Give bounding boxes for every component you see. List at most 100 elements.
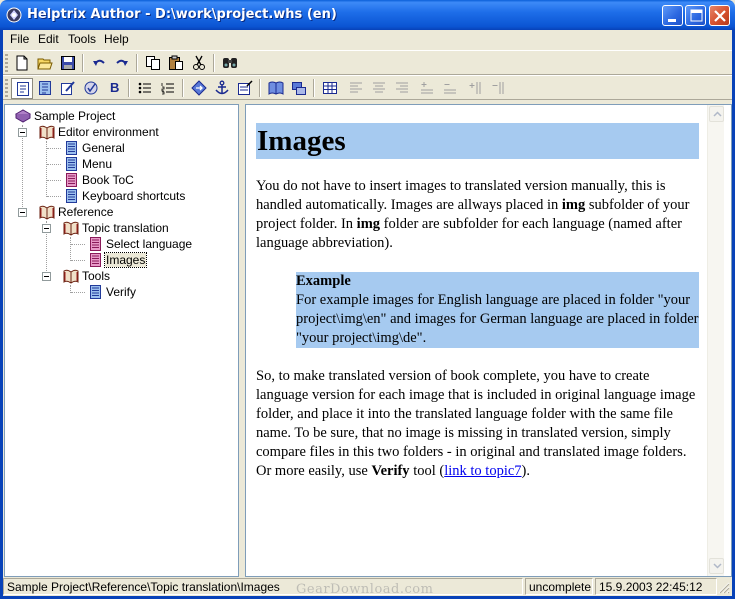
menu-file[interactable]: File (9, 32, 30, 46)
redo-button[interactable] (111, 53, 133, 74)
menu-bar: File Edit Tools Help (3, 30, 732, 49)
properties-icon (238, 80, 253, 95)
toolbar-separator (128, 79, 130, 97)
tree-item-tools[interactable]: Tools (63, 268, 233, 284)
tree-line (22, 125, 23, 213)
tree-item-menu[interactable]: Menu (63, 156, 233, 172)
scroll-down-button[interactable] (709, 558, 724, 574)
save-icon (61, 56, 75, 70)
bold-button[interactable]: B (103, 78, 125, 99)
source-view-button[interactable] (34, 78, 56, 99)
insert-row-button[interactable] (416, 78, 438, 99)
align-center-icon (373, 82, 385, 93)
tree-item-root[interactable]: Sample Project (15, 108, 215, 124)
toolbar-separator (82, 54, 84, 72)
tree-line (71, 292, 85, 293)
tree-collapse-toggle[interactable] (18, 208, 27, 217)
project-icon (15, 109, 31, 123)
vertical-scrollbar[interactable] (707, 105, 724, 576)
topic-editor[interactable]: Images You do not have to insert images … (245, 104, 732, 577)
scroll-up-button[interactable] (709, 106, 724, 122)
delete-row-button[interactable] (439, 78, 461, 99)
publish-icon (292, 82, 306, 95)
publish-button[interactable] (288, 78, 310, 99)
tree-item-keyboard-shortcuts[interactable]: Keyboard shortcuts (63, 188, 233, 204)
tree-label: Verify (106, 285, 137, 299)
link-button[interactable] (188, 78, 210, 99)
tree-line (71, 260, 85, 261)
tree-item-select-language[interactable]: Select language (87, 236, 237, 252)
tree-item-reference[interactable]: Reference (39, 204, 229, 220)
maximize-button[interactable] (685, 5, 706, 26)
cut-button[interactable] (188, 53, 210, 74)
bullet-list-icon (138, 82, 151, 94)
menu-help[interactable]: Help (103, 32, 130, 46)
standard-toolbar (3, 50, 732, 75)
book-icon (268, 81, 284, 95)
insert-row-icon (421, 82, 433, 94)
insert-column-button[interactable] (464, 78, 486, 99)
book-open-icon (63, 221, 79, 236)
maximize-icon (690, 9, 703, 22)
align-center-button[interactable] (368, 78, 390, 99)
open-button[interactable] (34, 53, 56, 74)
tree-item-editor-environment[interactable]: Editor environment (39, 124, 229, 140)
page-pink-icon (66, 173, 77, 187)
delete-column-button[interactable] (487, 78, 509, 99)
redo-icon (116, 59, 128, 66)
format-toolbar: B (3, 75, 732, 100)
tree-label: Select language (106, 237, 193, 251)
tree-line (47, 148, 61, 149)
cut-icon (193, 55, 205, 70)
align-right-button[interactable] (391, 78, 413, 99)
page-pink-icon (90, 253, 101, 267)
spellcheck-icon (84, 81, 98, 95)
page-icon (66, 141, 77, 155)
example-text: For example images for English language … (296, 292, 699, 346)
copy-icon (146, 56, 160, 70)
helptrix-app-icon (6, 7, 22, 23)
menu-edit[interactable]: Edit (37, 32, 60, 46)
spellcheck-button[interactable] (80, 78, 102, 99)
tree-item-book-toc[interactable]: Book ToC (63, 172, 233, 188)
tree-item-topic-translation[interactable]: Topic translation (63, 220, 233, 236)
insert-column-icon (469, 82, 481, 94)
menu-tools[interactable]: Tools (67, 32, 97, 46)
find-button[interactable] (219, 53, 241, 74)
tree-item-verify[interactable]: Verify (87, 284, 237, 300)
anchor-button[interactable] (211, 78, 233, 99)
align-right-icon (396, 82, 408, 93)
tree-item-images[interactable]: Images (87, 252, 237, 268)
topic-tree[interactable]: Sample Project Editor environment Genera… (4, 104, 239, 577)
topic-view-button[interactable] (11, 78, 33, 99)
toolbar-grip[interactable] (5, 54, 8, 72)
edit-button[interactable] (57, 78, 79, 99)
title-bar[interactable]: Helptrix Author - D:\work\project.whs (e… (0, 0, 735, 30)
resize-grip-icon[interactable] (716, 580, 730, 594)
copy-button[interactable] (142, 53, 164, 74)
document-body[interactable]: Images You do not have to insert images … (256, 123, 699, 500)
tree-collapse-toggle[interactable] (18, 128, 27, 137)
toolbar-grip[interactable] (5, 79, 8, 97)
topic-link[interactable]: link to topic7 (444, 463, 521, 479)
bullet-list-button[interactable] (134, 78, 156, 99)
tree-line (47, 164, 61, 165)
minimize-button[interactable] (662, 5, 683, 26)
book-open-icon (63, 269, 79, 284)
close-button[interactable] (709, 5, 730, 26)
tree-item-general[interactable]: General (63, 140, 233, 156)
undo-icon (93, 59, 105, 66)
tree-label: Sample Project (34, 109, 116, 123)
save-button[interactable] (57, 53, 79, 74)
tree-collapse-toggle[interactable] (42, 224, 51, 233)
undo-button[interactable] (88, 53, 110, 74)
align-left-button[interactable] (345, 78, 367, 99)
close-icon (714, 10, 726, 22)
numbered-list-button[interactable] (157, 78, 179, 99)
tree-collapse-toggle[interactable] (42, 272, 51, 281)
paste-button[interactable] (165, 53, 187, 74)
table-button[interactable] (319, 78, 341, 99)
new-button[interactable] (11, 53, 33, 74)
book-button[interactable] (265, 78, 287, 99)
properties-button[interactable] (234, 78, 256, 99)
